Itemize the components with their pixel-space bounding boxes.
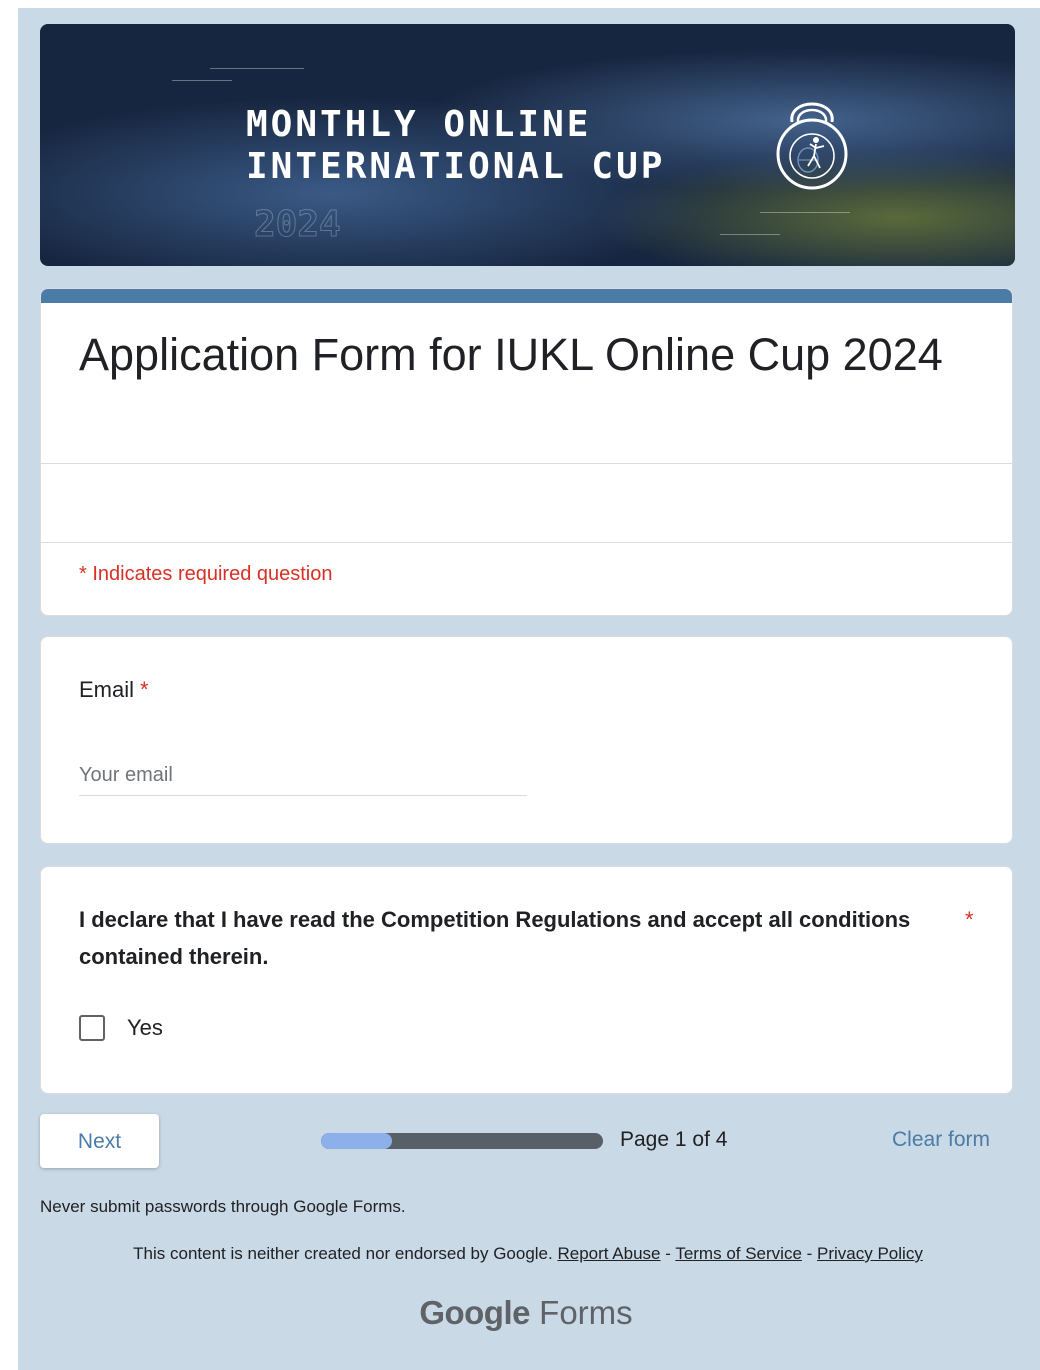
brand-google: Google xyxy=(419,1294,530,1331)
accent-bar xyxy=(41,289,1012,303)
decorative-line xyxy=(760,212,850,213)
disclaimer-text: This content is neither created nor endo… xyxy=(133,1244,553,1263)
password-warning: Never submit passwords through Google Fo… xyxy=(40,1197,406,1216)
decorative-line xyxy=(210,68,304,69)
decorative-line xyxy=(172,80,232,81)
privacy-policy-link[interactable]: Privacy Policy xyxy=(817,1244,923,1263)
form-header-card: Application Form for IUKL Online Cup 202… xyxy=(40,288,1013,616)
decorative-line xyxy=(720,234,780,235)
required-asterisk: * xyxy=(140,677,149,702)
declaration-question-text: I declare that I have read the Competiti… xyxy=(79,907,911,969)
google-forms-logo[interactable]: Google Forms xyxy=(0,1294,1040,1332)
form-title: Application Form for IUKL Online Cup 202… xyxy=(79,329,943,380)
link-separator: - xyxy=(801,1244,818,1263)
kettlebell-globe-icon xyxy=(776,102,848,190)
divider xyxy=(41,463,1012,464)
required-asterisk: * xyxy=(965,907,974,932)
email-label-text: Email xyxy=(79,677,135,702)
link-separator: - xyxy=(660,1244,676,1263)
divider xyxy=(41,542,1012,543)
banner-title-line1: MONTHLY ONLINE xyxy=(246,104,592,145)
email-question-label: Email * xyxy=(79,677,149,703)
report-abuse-link[interactable]: Report Abuse xyxy=(557,1244,660,1263)
terms-of-service-link[interactable]: Terms of Service xyxy=(675,1244,802,1263)
progress-bar xyxy=(321,1133,603,1149)
yes-checkbox[interactable] xyxy=(79,1015,105,1041)
next-button[interactable]: Next xyxy=(40,1114,159,1168)
banner-year: 2024 xyxy=(254,204,342,246)
email-field[interactable] xyxy=(79,755,527,796)
page-indicator: Page 1 of 4 xyxy=(620,1128,728,1151)
footer-disclaimer: This content is neither created nor endo… xyxy=(0,1244,1040,1264)
brand-forms: Forms xyxy=(539,1294,633,1331)
header-banner: MONTHLY ONLINE INTERNATIONAL CUP 2024 xyxy=(40,24,1015,266)
declaration-question-card: I declare that I have read the Competiti… xyxy=(40,866,1013,1094)
yes-option-label[interactable]: Yes xyxy=(127,1015,163,1041)
email-question-card: Email * xyxy=(40,636,1013,844)
required-question-note: * Indicates required question xyxy=(79,563,333,585)
banner-title-line2: INTERNATIONAL CUP xyxy=(246,146,666,187)
progress-bar-fill xyxy=(321,1133,392,1149)
clear-form-button[interactable]: Clear form xyxy=(892,1128,990,1152)
